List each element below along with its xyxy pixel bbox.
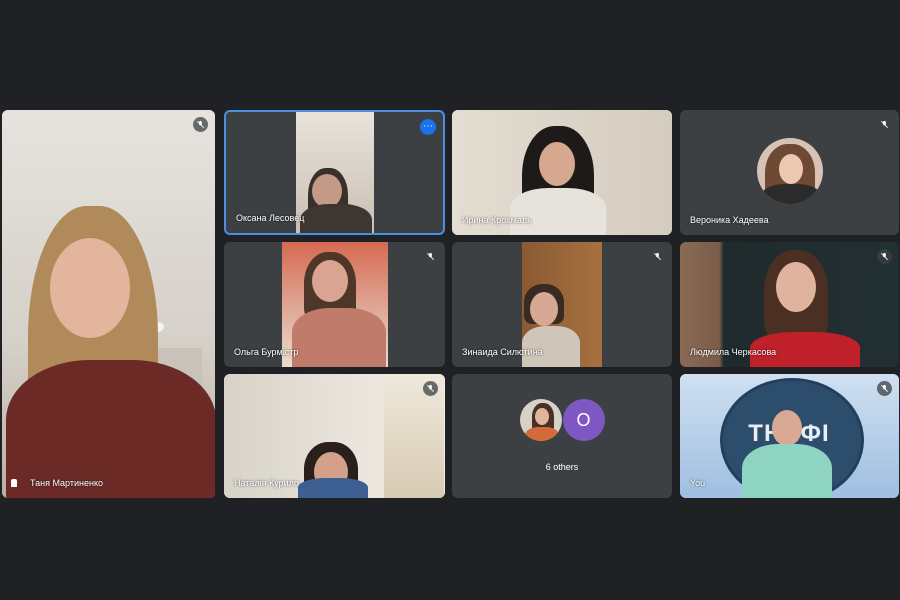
participant-name: Ирина Крохмаль	[462, 215, 532, 225]
participant-tile-nataliya[interactable]: Наталія Курило	[224, 374, 445, 498]
mic-off-icon	[877, 249, 892, 264]
mic-off-icon	[877, 381, 892, 396]
participant-name: Зинаида Силютина	[462, 347, 543, 357]
participant-tile-irina[interactable]: Ирина Крохмаль	[452, 110, 672, 235]
more-options-icon[interactable]: ⋯	[420, 119, 436, 135]
mic-off-icon	[877, 117, 892, 132]
mic-off-icon	[423, 249, 438, 264]
participant-tile-oksana[interactable]: ⋯ Оксана Лесовец	[224, 110, 445, 235]
participant-tile-tanya[interactable]: Таня Мартиненко	[2, 110, 215, 498]
participant-video	[296, 112, 374, 233]
avatar	[757, 138, 823, 204]
participant-video: ТНПФІ	[680, 374, 899, 498]
others-tile[interactable]: O 6 others	[452, 374, 672, 498]
pin-icon	[11, 479, 17, 487]
participant-tile-zinaida[interactable]: Зинаида Силютина	[452, 242, 672, 367]
participant-tile-veronika[interactable]: Вероника Хадеева	[680, 110, 899, 235]
mic-off-icon	[423, 381, 438, 396]
avatar-initial: O	[562, 399, 605, 441]
mic-off-icon	[193, 117, 208, 132]
mic-off-icon	[650, 249, 665, 264]
others-count: 6 others	[545, 462, 579, 472]
participant-name: You	[690, 478, 706, 488]
participant-name: Ольга Бурмістр	[234, 347, 299, 357]
participant-name: Таня Мартиненко	[30, 478, 103, 488]
participant-name: Вероника Хадеева	[690, 215, 769, 225]
participant-tile-lyudmila[interactable]: Людмила Черкасова	[680, 242, 899, 367]
participant-tile-you[interactable]: ТНПФІ You	[680, 374, 899, 498]
avatar	[519, 399, 562, 441]
participant-name: Оксана Лесовец	[236, 213, 305, 223]
participant-video	[2, 110, 215, 498]
participant-tile-olga[interactable]: Ольга Бурмістр	[224, 242, 445, 367]
participant-name: Наталія Курило	[234, 478, 299, 488]
participant-name: Людмила Черкасова	[690, 347, 777, 357]
